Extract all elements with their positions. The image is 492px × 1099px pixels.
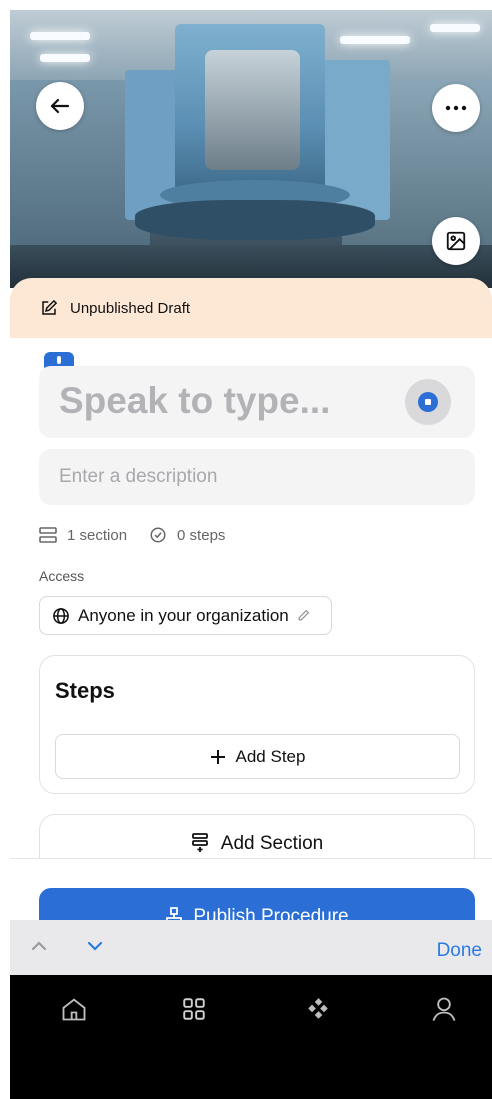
divider (10, 858, 492, 859)
steps-heading: Steps (55, 678, 115, 703)
back-button[interactable] (36, 82, 84, 130)
add-step-label: Add Step (235, 746, 306, 766)
done-button[interactable]: Done (437, 940, 482, 962)
tab-home[interactable] (58, 993, 90, 1025)
plus-icon (210, 749, 225, 764)
home-icon (62, 998, 86, 1021)
add-step-button[interactable]: Add Step (55, 734, 460, 779)
arrow-left-icon (50, 98, 70, 114)
pencil-icon (298, 609, 309, 621)
ceiling-light (40, 54, 90, 62)
steps-count: 0 steps (177, 526, 226, 544)
image-icon (446, 231, 466, 251)
draft-banner: Unpublished Draft (10, 278, 492, 338)
description-placeholder: Enter a description (59, 466, 218, 487)
ellipsis-icon (445, 105, 467, 111)
tab-apps[interactable] (302, 993, 334, 1025)
globe-icon (53, 607, 69, 624)
tab-profile[interactable] (428, 993, 460, 1025)
ceiling-light (340, 36, 410, 44)
access-selector[interactable]: Anyone in your organization (39, 596, 332, 635)
draft-label: Unpublished Draft (70, 299, 191, 317)
access-label: Access (39, 568, 85, 584)
title-placeholder: Speak to type... (59, 380, 331, 421)
sections-icon (39, 527, 57, 543)
description-input[interactable]: Enter a description (39, 449, 475, 505)
more-options-button[interactable] (432, 84, 480, 132)
apps-icon (308, 998, 328, 1019)
sections-count: 1 section (67, 526, 128, 544)
grid-icon (183, 998, 205, 1020)
ceiling-light (430, 24, 480, 32)
ceiling-light (30, 32, 90, 40)
change-image-button[interactable] (432, 217, 480, 265)
add-section-icon (191, 833, 208, 852)
chevron-up-icon[interactable] (30, 940, 48, 952)
access-value: Anyone in your organization (78, 605, 289, 625)
edit-icon (42, 299, 58, 315)
stop-recording-button[interactable] (405, 379, 451, 425)
bottom-tab-bar (10, 975, 492, 1099)
check-circle-icon (150, 527, 166, 543)
title-input[interactable]: Speak to type... (39, 366, 475, 438)
add-section-label: Add Section (220, 833, 324, 854)
keyboard-accessory-bar: Done (10, 920, 492, 975)
profile-icon (432, 997, 456, 1021)
tab-dashboard[interactable] (178, 993, 210, 1025)
steps-card: Steps Add Step (39, 655, 475, 794)
stop-icon (418, 392, 438, 412)
cover-image (10, 10, 492, 288)
chevron-down-icon[interactable] (86, 940, 104, 952)
procedure-meta: 1 section 0 steps (39, 526, 239, 544)
machine-core (205, 50, 300, 170)
machine-base (135, 200, 375, 240)
